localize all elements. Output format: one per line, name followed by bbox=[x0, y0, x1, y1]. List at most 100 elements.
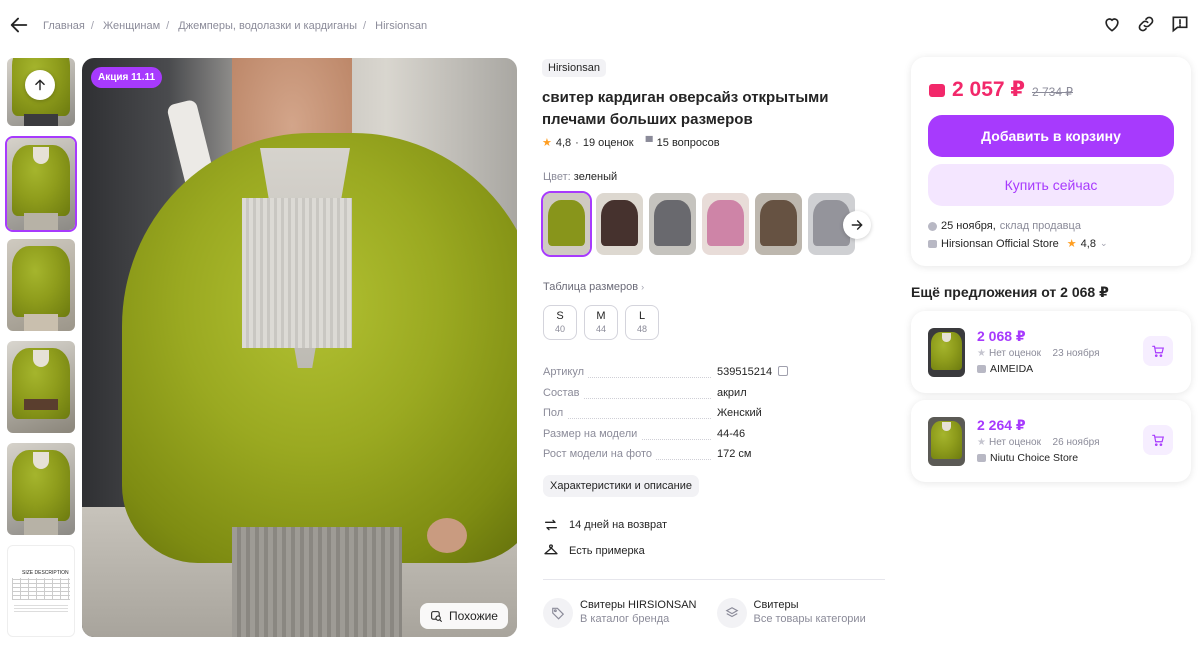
size-table-thumb-title: SIZE DESCRIPTION bbox=[22, 570, 69, 576]
brand-link-title: Свитеры HIRSIONSAN bbox=[580, 599, 697, 611]
spec-key: Пол bbox=[543, 407, 568, 419]
thumbnail-5[interactable] bbox=[7, 443, 75, 535]
similar-search-icon bbox=[431, 610, 442, 622]
offer-price: 2 264 ₽ bbox=[977, 417, 1026, 433]
thumbnail-1[interactable] bbox=[7, 58, 75, 126]
tag-icon bbox=[552, 607, 565, 620]
color-swatch[interactable] bbox=[596, 193, 643, 255]
rating-value: 4,8 bbox=[555, 136, 572, 149]
rating-row[interactable]: ★ 4,8 · 19 оценок ▀ 15 вопросов bbox=[542, 136, 720, 150]
return-text: 14 дней на возврат bbox=[569, 519, 667, 531]
offer-meta: ★ Нет оценок 23 ноября bbox=[977, 348, 1100, 359]
thumbnail-2[interactable] bbox=[5, 136, 77, 232]
report-icon[interactable] bbox=[1170, 14, 1190, 34]
hanger-icon bbox=[544, 544, 558, 555]
promo-badge: Акция 11.11 bbox=[91, 67, 163, 88]
thumbnail-size-table[interactable]: SIZE DESCRIPTION bbox=[7, 545, 75, 637]
delivery-date: 25 ноября, bbox=[941, 220, 996, 232]
reviews-count[interactable]: 19 оценок bbox=[583, 137, 634, 149]
seller-info[interactable]: Hirsionsan Official Store ★ 4,8 ⌄ bbox=[928, 237, 1108, 250]
color-swatch[interactable] bbox=[702, 193, 749, 255]
spec-key: Рост модели на фото bbox=[543, 448, 657, 460]
offer-card[interactable]: 2 068 ₽ ★ Нет оценок 23 ноября AIMEIDA bbox=[911, 311, 1191, 393]
cart-plus-icon bbox=[1152, 345, 1164, 358]
catalog-links: Свитеры HIRSIONSAN В каталог бренда Свите… bbox=[543, 598, 866, 628]
buy-box: 2 057 ₽ 2 734 ₽ Добавить в корзину Купит… bbox=[911, 57, 1191, 266]
brand-catalog-link[interactable]: Свитеры HIRSIONSAN В каталог бренда bbox=[543, 598, 697, 628]
wallet-icon bbox=[929, 84, 945, 97]
size-option-l[interactable]: L 48 bbox=[625, 305, 659, 340]
offer-price: 2 068 ₽ bbox=[977, 328, 1026, 344]
top-actions bbox=[1102, 14, 1190, 34]
spec-key: Состав bbox=[543, 386, 584, 399]
color-label: Цвет: зеленый bbox=[543, 171, 618, 183]
seller-rating: 4,8 bbox=[1080, 237, 1096, 250]
breadcrumb-home[interactable]: Главная bbox=[43, 20, 85, 32]
similar-button[interactable]: Похожие bbox=[420, 603, 508, 629]
scroll-up-button[interactable] bbox=[25, 70, 55, 100]
star-icon: ★ bbox=[977, 437, 986, 448]
specs-list: Артикул 539515214 Состав акрил Пол Женск… bbox=[543, 364, 883, 467]
offer-card[interactable]: 2 264 ₽ ★ Нет оценок 26 ноября Niutu Choi… bbox=[911, 400, 1191, 482]
fitting-perk: Есть примерка bbox=[543, 543, 645, 559]
chevron-right-icon: › bbox=[641, 282, 645, 292]
store-icon bbox=[977, 454, 986, 462]
offer-seller: AIMEIDA bbox=[977, 363, 1033, 375]
spec-value: 44-46 bbox=[717, 427, 746, 440]
questions-count[interactable]: 15 вопросов bbox=[657, 137, 720, 149]
layers-icon bbox=[725, 607, 738, 618]
delivery-info: 25 ноября, склад продавца bbox=[928, 220, 1081, 232]
main-product-photo[interactable] bbox=[82, 58, 517, 637]
color-swatch[interactable] bbox=[541, 191, 592, 257]
offer-add-to-cart-button[interactable] bbox=[1143, 336, 1173, 366]
offer-add-to-cart-button[interactable] bbox=[1143, 425, 1173, 455]
divider bbox=[543, 579, 885, 580]
breadcrumb-category[interactable]: Джемперы, водолазки и кардиганы bbox=[178, 20, 357, 32]
size-selector: S 40 M 44 L 48 bbox=[543, 305, 659, 340]
heart-icon[interactable] bbox=[1102, 14, 1122, 34]
color-swatches bbox=[541, 191, 855, 257]
store-icon bbox=[977, 365, 986, 373]
thumbnail-4[interactable] bbox=[7, 341, 75, 433]
copy-icon[interactable] bbox=[778, 366, 789, 376]
article-number: 539515214 bbox=[717, 366, 773, 378]
question-icon: ▀ bbox=[645, 137, 653, 148]
category-link-subtitle: Все товары категории bbox=[753, 613, 866, 625]
buy-now-button[interactable]: Купить сейчас bbox=[928, 164, 1174, 206]
delivery-source: склад продавца bbox=[999, 220, 1081, 232]
share-link-icon[interactable] bbox=[1136, 14, 1156, 34]
spec-row: Состав акрил bbox=[543, 385, 883, 406]
old-price: 2 734 ₽ bbox=[1032, 85, 1073, 99]
fitting-text: Есть примерка bbox=[569, 545, 645, 557]
store-icon bbox=[928, 239, 937, 248]
spec-value: Женский bbox=[717, 407, 762, 419]
add-to-cart-button[interactable]: Добавить в корзину bbox=[928, 115, 1174, 157]
size-option-m[interactable]: M 44 bbox=[584, 305, 618, 340]
spec-row: Рост модели на фото 172 см bbox=[543, 446, 883, 467]
swatches-next-button[interactable] bbox=[843, 211, 871, 239]
top-bar: Главная / Женщинам / Джемперы, водолазки и… bbox=[0, 0, 1200, 52]
characteristics-button[interactable]: Характеристики и описание bbox=[543, 475, 699, 497]
breadcrumb-brand[interactable]: Hirsionsan bbox=[375, 20, 427, 32]
breadcrumb-women[interactable]: Женщинам bbox=[103, 20, 160, 32]
back-arrow-icon[interactable] bbox=[8, 14, 30, 36]
offer-meta: ★ Нет оценок 26 ноября bbox=[977, 437, 1100, 448]
brand-link-subtitle: В каталог бренда bbox=[580, 613, 670, 625]
spec-key: Размер на модели bbox=[543, 427, 642, 440]
cart-plus-icon bbox=[1152, 434, 1164, 447]
spec-value: 172 см bbox=[717, 448, 752, 460]
spec-row: Артикул 539515214 bbox=[543, 364, 883, 385]
return-perk: 14 дней на возврат bbox=[543, 517, 667, 533]
size-option-s[interactable]: S 40 bbox=[543, 305, 577, 340]
category-link[interactable]: Свитеры Все товары категории bbox=[716, 598, 866, 628]
spec-row: Пол Женский bbox=[543, 405, 883, 426]
size-table-link[interactable]: Таблица размеров › bbox=[543, 281, 644, 293]
current-price: 2 057 ₽ bbox=[952, 78, 1025, 101]
color-swatch[interactable] bbox=[755, 193, 802, 255]
brand-chip[interactable]: Hirsionsan bbox=[542, 59, 606, 77]
thumbnail-3[interactable] bbox=[7, 239, 75, 331]
color-swatch[interactable] bbox=[649, 193, 696, 255]
chevron-down-icon: ⌄ bbox=[1099, 238, 1108, 248]
return-arrows-icon bbox=[545, 519, 557, 531]
star-icon: ★ bbox=[542, 137, 552, 149]
